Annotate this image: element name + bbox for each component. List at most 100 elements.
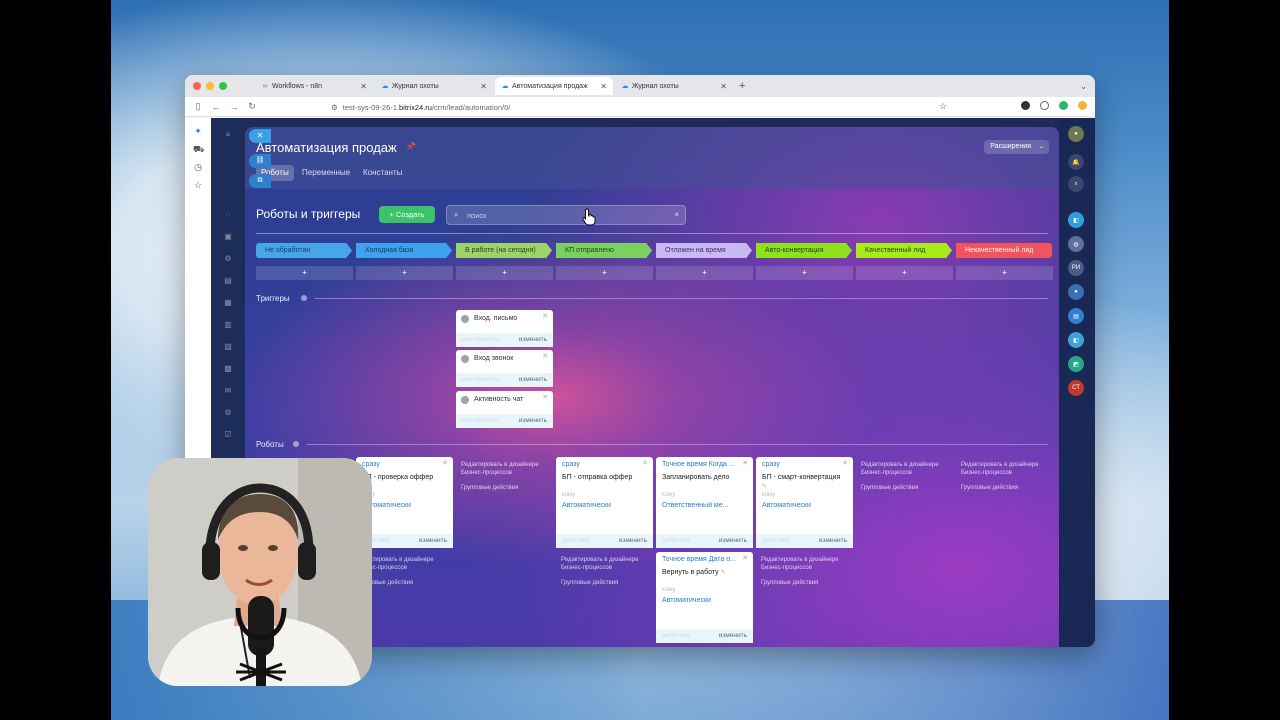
close-tab-icon[interactable]: ✕	[480, 82, 487, 91]
edit-link[interactable]: изменить	[719, 537, 747, 544]
extension-icon[interactable]	[1021, 101, 1030, 110]
copy-link[interactable]: скопировать	[461, 417, 498, 424]
group-actions-link[interactable]: Групповые действия	[961, 485, 1018, 491]
add-trigger-button[interactable]: +	[356, 266, 453, 280]
add-trigger-button[interactable]: +	[956, 266, 1053, 280]
delete-icon[interactable]: ✕	[442, 459, 448, 467]
robot-card[interactable]: Точное время Когда ... ✕ Запланировать д…	[656, 457, 753, 548]
sparkle-icon[interactable]: ✦	[193, 126, 203, 136]
actions-link[interactable]: действия	[562, 537, 590, 544]
forward-arrow-icon[interactable]: →	[229, 102, 239, 112]
search-icon[interactable]: ⌕	[1068, 176, 1084, 192]
pencil-icon[interactable]: ✎	[721, 570, 726, 576]
edit-link[interactable]: изменить	[519, 376, 547, 383]
edit-in-designer-link[interactable]: Редактировать в дизайнере Бизнес-процесс…	[961, 461, 1056, 477]
add-trigger-button[interactable]: +	[556, 266, 653, 280]
file-icon[interactable]: ▥	[223, 320, 233, 330]
robot-delay[interactable]: сразу	[762, 461, 840, 468]
edit-in-designer-link[interactable]: Редактировать в дизайнере Бизнес-процесс…	[461, 461, 556, 477]
globe-icon[interactable]: ◍	[1068, 236, 1084, 252]
actions-link[interactable]: действия	[762, 537, 790, 544]
avatar-initials[interactable]: СТ	[1068, 380, 1084, 396]
robot-delay[interactable]: сразу	[362, 461, 440, 468]
stage-header[interactable]: Некачественный лид	[956, 243, 1052, 258]
robot-card[interactable]: сразу ✕ БП - отправка оффер кому Автомат…	[556, 457, 653, 548]
tab-constants[interactable]: Константы	[358, 165, 407, 181]
extensions-button[interactable]: Расширения ⌄	[984, 140, 1049, 154]
gear-icon[interactable]: ⚙	[223, 254, 233, 264]
edit-link[interactable]: изменить	[519, 336, 547, 343]
edit-link[interactable]: изменить	[819, 537, 847, 544]
trigger-card[interactable]: Вход. письмо ✕ скопировать изменить	[456, 310, 553, 347]
edit-in-designer-link[interactable]: Редактировать в дизайнере Бизнес-процесс…	[861, 461, 956, 477]
minimize-window-button[interactable]	[206, 82, 214, 90]
stage-header[interactable]: КП отправлено	[556, 243, 652, 258]
group-actions-link[interactable]: Групповые действия	[461, 485, 518, 491]
tab-variables[interactable]: Переменные	[297, 165, 355, 181]
robot-card[interactable]: сразу ✕ БП - смарт-конвертация ✎ кому Ав…	[756, 457, 853, 548]
delete-icon[interactable]: ✕	[842, 459, 848, 467]
history-icon[interactable]: ◷	[193, 162, 203, 172]
add-trigger-button[interactable]: +	[656, 266, 753, 280]
calendar-icon[interactable]: ▦	[223, 298, 233, 308]
settings-icon[interactable]: ⚙	[223, 408, 233, 418]
stage-header[interactable]: Авто-конвертация	[756, 243, 852, 258]
stage-header[interactable]: Отложен на время	[656, 243, 752, 258]
menu-icon[interactable]	[1078, 101, 1087, 110]
add-trigger-button[interactable]: +	[256, 266, 353, 280]
robot-delay[interactable]: Точное время Дата о...	[662, 556, 740, 563]
stage-header[interactable]: В работе (на сегодня)	[456, 243, 552, 258]
edit-link[interactable]: изменить	[719, 632, 747, 639]
delete-icon[interactable]: ✕	[742, 459, 748, 467]
tab-list-chevron-icon[interactable]: ⌄	[1080, 82, 1087, 91]
info-icon[interactable]	[293, 441, 299, 447]
delete-icon[interactable]: ✕	[742, 554, 748, 562]
robot-card[interactable]: Точное время Дата о... ✕ Вернуть в работ…	[656, 552, 753, 643]
puzzle-icon[interactable]	[1040, 101, 1049, 110]
delete-icon[interactable]: ✕	[542, 352, 548, 360]
edit-in-designer-link[interactable]: Редактировать в дизайнере Бизнес-процесс…	[761, 556, 856, 572]
search-input[interactable]: ⌕ поиск ×	[446, 205, 686, 225]
mail-icon[interactable]: ✉	[223, 386, 233, 396]
reload-icon[interactable]: ↻	[247, 101, 257, 112]
browser-tab[interactable]: ☁ Журнал охоты ✕	[615, 77, 733, 95]
browser-tab[interactable]: ☁ Журнал охоты ✕	[375, 77, 493, 95]
chat-icon[interactable]: ◌	[223, 210, 233, 220]
create-button[interactable]: + Создать	[379, 206, 435, 223]
copy-icon[interactable]: ▣	[223, 232, 233, 242]
chat-icon[interactable]: ◧	[1068, 212, 1084, 228]
delete-icon[interactable]: ✕	[542, 312, 548, 320]
maximize-window-button[interactable]	[219, 82, 227, 90]
group-actions-link[interactable]: Групповые действия	[561, 580, 618, 586]
browser-tab-active[interactable]: ☁ Автоматизация продаж ✕	[495, 77, 613, 95]
copy-link[interactable]: скопировать	[461, 336, 498, 343]
back-arrow-icon[interactable]: ←	[211, 102, 221, 112]
apps-icon[interactable]: ◩	[1068, 356, 1084, 372]
trigger-card[interactable]: Вход звонок ✕ скопировать изменить	[456, 350, 553, 387]
close-slider-button[interactable]: ✕	[249, 129, 271, 143]
menu-icon[interactable]: ≡	[223, 130, 233, 140]
stage-header[interactable]: Холодная база	[356, 243, 452, 258]
info-icon[interactable]	[301, 295, 307, 301]
robot-delay[interactable]: Точное время Когда ...	[662, 461, 740, 468]
robot-delay[interactable]: сразу	[562, 461, 640, 468]
group-actions-link[interactable]: Групповые действия	[761, 580, 818, 586]
sidebar-toggle-icon[interactable]: ▯	[193, 101, 203, 112]
close-tab-icon[interactable]: ✕	[600, 82, 607, 91]
url-field[interactable]: ⚙ test-sys-09-26-1. bitrix24.ru/crm/lead/…	[327, 100, 959, 114]
copy-link[interactable]: скопировать	[461, 376, 498, 383]
add-trigger-button[interactable]: +	[756, 266, 853, 280]
actions-link[interactable]: действия	[662, 632, 690, 639]
edit-link[interactable]: изменить	[519, 417, 547, 424]
check-icon[interactable]: ☑	[223, 430, 233, 440]
open-new-window-icon[interactable]: ⧉	[249, 174, 271, 188]
edit-in-designer-link[interactable]: Редактировать в дизайнере Бизнес-процесс…	[561, 556, 656, 572]
link-icon[interactable]: ⛓	[249, 154, 271, 168]
avatar-initials[interactable]: РИ	[1068, 260, 1084, 276]
add-trigger-button[interactable]: +	[456, 266, 553, 280]
close-tab-icon[interactable]: ✕	[720, 82, 727, 91]
close-window-button[interactable]	[193, 82, 201, 90]
new-tab-button[interactable]: +	[739, 80, 745, 92]
user-avatar[interactable]: ●	[1068, 126, 1084, 142]
add-trigger-button[interactable]: +	[856, 266, 953, 280]
